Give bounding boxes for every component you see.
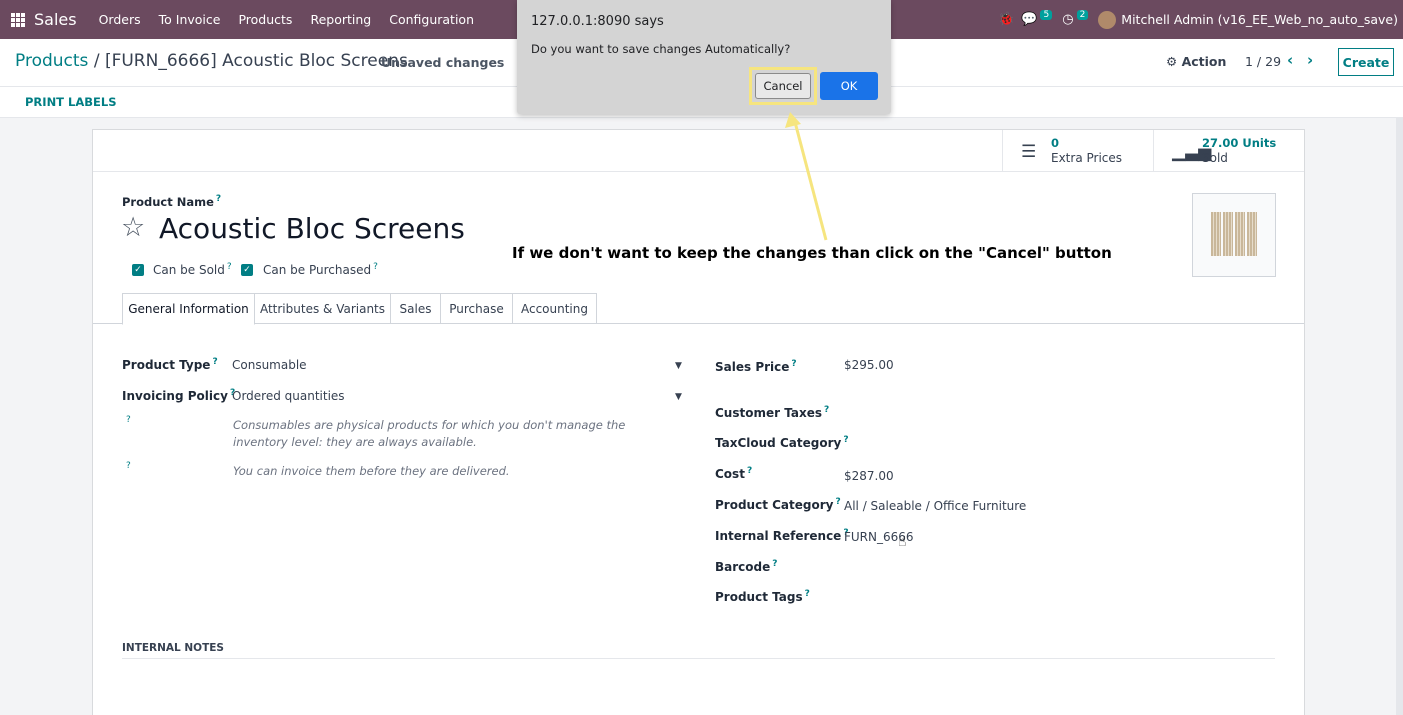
list-icon: ☰ [1021, 142, 1037, 162]
caret-down-icon[interactable]: ▼ [675, 361, 682, 371]
breadcrumb-separator: / [93, 51, 100, 71]
dialog-message: Do you want to save changes Automaticall… [531, 42, 791, 56]
can-be-purchased-checkbox[interactable]: ✓ [241, 264, 253, 276]
sold-value: 27.00 Units [1202, 136, 1277, 150]
pager-value[interactable]: 1 / 29 [1245, 54, 1281, 69]
app-name[interactable]: Sales [34, 10, 77, 29]
can-be-purchased-label: Can be Purchased? [263, 262, 378, 277]
print-labels-button[interactable]: PRINT LABELS [25, 95, 117, 109]
product-image-panel [1247, 212, 1257, 256]
internal-notes-title: INTERNAL NOTES [122, 642, 224, 654]
unsaved-changes-indicator: Unsaved changes [381, 55, 505, 70]
product-type-select[interactable]: Consumable [232, 358, 307, 372]
confirm-dialog: 127.0.0.1:8090 says Do you want to save … [517, 0, 891, 114]
product-image-panel [1235, 212, 1245, 256]
cost-label: Cost? [715, 466, 753, 481]
annotation-text: If we don't want to keep the changes tha… [512, 244, 1112, 262]
invoicing-policy-label: Invoicing Policy? [122, 388, 236, 403]
invoicing-policy-note: You can invoice them before they are del… [233, 464, 510, 478]
product-type-note: Consumables are physical products for wh… [233, 418, 626, 449]
messages-icon[interactable]: 💬 [1021, 12, 1037, 27]
messages-badge: 5 [1040, 9, 1053, 20]
internal-notes-divider [122, 658, 1275, 659]
menu-products[interactable]: Products [238, 12, 292, 27]
breadcrumb: Products / [FURN_6666] Acoustic Bloc Scr… [15, 51, 408, 71]
extra-prices-label: Extra Prices [1051, 151, 1123, 165]
taxcloud-category-label: TaxCloud Category? [715, 435, 849, 450]
menu-reporting[interactable]: Reporting [310, 12, 371, 27]
activities-clock-icon[interactable]: ◷ [1062, 12, 1073, 27]
sold-label: Sold [1202, 151, 1228, 165]
caret-down-icon[interactable]: ▼ [675, 392, 682, 402]
product-type-label: Product Type? [122, 357, 218, 372]
pager-previous-icon[interactable]: ‹ [1287, 51, 1293, 69]
customer-taxes-label: Customer Taxes? [715, 405, 830, 420]
tab-attributes-variants[interactable]: Attributes & Variants [254, 293, 391, 324]
cost-field[interactable]: $287.00 [844, 469, 894, 483]
sold-button[interactable]: ▁▃▅ 27.00 Units Sold [1153, 130, 1304, 171]
breadcrumb-current: [FURN_6666] Acoustic Bloc Screens [104, 51, 408, 71]
tab-accounting[interactable]: Accounting [512, 293, 597, 324]
sales-price-field[interactable]: $295.00 [844, 358, 894, 372]
pager-next-icon[interactable]: › [1307, 51, 1313, 69]
product-image[interactable] [1192, 193, 1276, 277]
tab-general-information[interactable]: General Information [122, 293, 255, 325]
stat-button-box: ☰ 0 Extra Prices ▁▃▅ 27.00 Units Sold [93, 130, 1304, 172]
help-marker: ? [126, 461, 131, 471]
product-name-label: Product Name? [122, 194, 222, 209]
scrollbar-track[interactable] [1396, 118, 1403, 715]
product-tags-label: Product Tags? [715, 589, 810, 604]
can-be-sold-label: Can be Sold? [153, 262, 232, 277]
activities-badge: 2 [1076, 9, 1089, 20]
favorite-star-icon[interactable]: ☆ [121, 212, 145, 243]
menu-to-invoice[interactable]: To Invoice [159, 12, 221, 27]
tab-purchase[interactable]: Purchase [440, 293, 513, 324]
product-category-field[interactable]: All / Saleable / Office Furniture [844, 499, 1026, 513]
can-be-sold-checkbox[interactable]: ✓ [132, 264, 144, 276]
create-button[interactable]: Create [1338, 48, 1394, 76]
product-category-label: Product Category? [715, 497, 841, 512]
extra-prices-count: 0 [1051, 136, 1060, 150]
dialog-ok-button[interactable]: OK [820, 72, 878, 100]
tab-sales[interactable]: Sales [390, 293, 441, 324]
barcode-label: Barcode? [715, 559, 778, 574]
dialog-cancel-button[interactable]: Cancel [755, 73, 811, 99]
action-label: Action [1181, 54, 1227, 69]
help-marker: ? [126, 415, 131, 425]
navbar-systray: 🐞 💬 5 ◷ 2 Mitchell Admin (v16_EE_Web_no_… [998, 0, 1398, 39]
dialog-title: 127.0.0.1:8090 says [531, 14, 664, 29]
sales-price-label: Sales Price? [715, 359, 797, 374]
apps-menu-icon[interactable] [11, 12, 25, 27]
menu-configuration[interactable]: Configuration [389, 12, 474, 27]
product-image-panel [1211, 212, 1221, 256]
bug-icon[interactable]: 🐞 [998, 12, 1014, 27]
avatar[interactable] [1098, 10, 1117, 29]
user-menu[interactable]: Mitchell Admin (v16_EE_Web_no_auto_save) [1121, 12, 1398, 27]
internal-reference-label: Internal Reference? [715, 528, 849, 543]
action-menu-button[interactable]: ⚙ Action [1166, 54, 1226, 69]
invoicing-policy-select[interactable]: Ordered quantities [232, 389, 345, 403]
product-image-panel [1223, 212, 1233, 256]
hand-cursor-icon: ☝ [898, 534, 907, 550]
product-name[interactable]: Acoustic Bloc Screens [159, 212, 465, 245]
gear-icon: ⚙ [1166, 54, 1178, 69]
extra-prices-button[interactable]: ☰ 0 Extra Prices [1002, 130, 1153, 171]
form-sheet: ☰ 0 Extra Prices ▁▃▅ 27.00 Units Sold Pr… [92, 129, 1305, 715]
menu-orders[interactable]: Orders [99, 12, 141, 27]
breadcrumb-products-link[interactable]: Products [15, 51, 88, 71]
